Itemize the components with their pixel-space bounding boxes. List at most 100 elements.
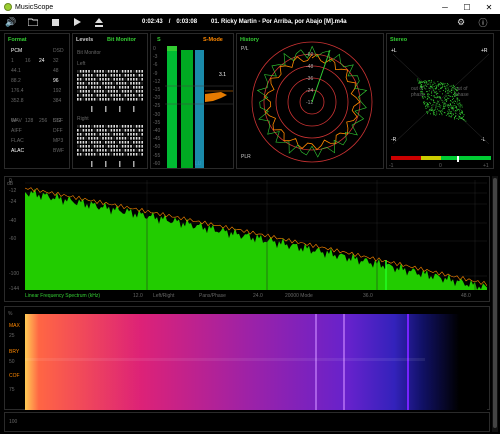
scope-dot bbox=[446, 99, 448, 101]
levels-title[interactable]: Levels bbox=[76, 37, 93, 43]
bit-cell bbox=[121, 78, 124, 81]
scope-dot bbox=[437, 105, 439, 107]
vertical-scrollbar[interactable] bbox=[492, 176, 498, 432]
bit-cell bbox=[113, 82, 115, 85]
info-icon[interactable]: ⓘ bbox=[472, 14, 494, 31]
scope-dot bbox=[450, 113, 451, 114]
format-right-item: 48 bbox=[53, 68, 59, 74]
scope-dot bbox=[452, 87, 454, 88]
scope-dot bbox=[431, 87, 433, 88]
tab-left-right[interactable]: Left/Right bbox=[153, 293, 174, 299]
bit-cell bbox=[91, 129, 93, 132]
bit-cell bbox=[105, 94, 107, 97]
scope-dot bbox=[424, 96, 426, 98]
scope-dot bbox=[419, 82, 421, 84]
bit-cell bbox=[91, 78, 93, 81]
scope-dot bbox=[456, 97, 458, 99]
scope-dot bbox=[427, 113, 428, 115]
scope-dot bbox=[461, 117, 463, 119]
scope-dot bbox=[465, 120, 467, 122]
bit-cell bbox=[79, 133, 82, 136]
scope-dot bbox=[450, 85, 452, 87]
scope-dot bbox=[439, 96, 440, 98]
bit-cell bbox=[119, 78, 121, 81]
bit-cell bbox=[105, 129, 107, 132]
scope-dot bbox=[461, 118, 463, 120]
scope-dot bbox=[451, 90, 452, 91]
scope-dot bbox=[430, 86, 432, 88]
close-button[interactable]: ✕ bbox=[478, 0, 500, 14]
folder-icon[interactable] bbox=[22, 14, 44, 31]
eject-icon[interactable] bbox=[88, 14, 110, 31]
scope-dot bbox=[457, 104, 459, 105]
format-bits-item: 32 bbox=[53, 58, 59, 64]
scope-dot bbox=[459, 112, 461, 114]
scope-dot bbox=[444, 86, 446, 88]
format-right-item: DSD bbox=[53, 48, 64, 54]
scope-dot bbox=[458, 102, 460, 104]
bit-cell bbox=[121, 82, 124, 85]
bit-cell bbox=[91, 133, 93, 136]
bit-cell bbox=[96, 86, 99, 89]
stop-icon[interactable] bbox=[44, 14, 66, 31]
bit-cell bbox=[130, 78, 132, 81]
bit-cell bbox=[79, 70, 82, 73]
settings-gear-icon[interactable]: ⚙ bbox=[450, 14, 472, 31]
bit-cell bbox=[99, 153, 101, 156]
bit-cell bbox=[133, 137, 135, 140]
bit-cell bbox=[93, 98, 96, 101]
tab-20000-mode[interactable]: 20000 Mode bbox=[285, 293, 313, 299]
bit-cell bbox=[91, 90, 93, 93]
scope-dot bbox=[456, 110, 458, 111]
bit-cell bbox=[91, 86, 93, 89]
bit-cell bbox=[138, 70, 141, 73]
scope-dot bbox=[447, 97, 448, 99]
bit-cell bbox=[110, 133, 113, 136]
meter-mode[interactable]: S-Mode bbox=[203, 37, 223, 43]
format-right-item: 192 bbox=[53, 88, 62, 94]
bit-cell bbox=[96, 82, 99, 85]
maximize-button[interactable]: ☐ bbox=[456, 0, 478, 14]
scope-dot bbox=[451, 108, 453, 110]
scope-dot bbox=[447, 104, 449, 105]
spectrogram-ylabel-item: 75 bbox=[9, 387, 15, 393]
bit-cell bbox=[82, 74, 85, 77]
bit-cell bbox=[107, 141, 110, 144]
tab-pans-phase[interactable]: Pans/Phase bbox=[199, 293, 226, 299]
scope-dot bbox=[460, 105, 462, 107]
bit-cell bbox=[79, 86, 82, 89]
toolbar: 🔊 0:02:43 / 0:03:08 01. Ricky Martin - P… bbox=[0, 14, 500, 31]
scope-dot bbox=[452, 109, 454, 111]
bit-cell bbox=[82, 94, 85, 97]
minimize-button[interactable]: ─ bbox=[434, 0, 456, 14]
scope-dot bbox=[433, 86, 435, 87]
scope-dot bbox=[445, 104, 447, 106]
volume-icon[interactable]: 🔊 bbox=[0, 14, 22, 31]
spectrum-ytick: -24 bbox=[9, 199, 17, 205]
bit-cell bbox=[96, 98, 99, 101]
bit-cell bbox=[124, 70, 127, 73]
peak-readout: 3.1 bbox=[219, 72, 226, 78]
bit-cell bbox=[99, 74, 101, 77]
bit-cell bbox=[93, 145, 96, 148]
scope-dot bbox=[418, 82, 419, 84]
scope-dot bbox=[447, 113, 449, 114]
scope-dot bbox=[449, 90, 451, 92]
play-icon[interactable] bbox=[66, 14, 88, 31]
scope-dot bbox=[450, 100, 451, 101]
bit-cell bbox=[138, 141, 141, 144]
bit-cell bbox=[110, 90, 113, 93]
scope-dot bbox=[464, 119, 465, 121]
scope-dot bbox=[428, 96, 430, 98]
scrollbar-thumb[interactable] bbox=[493, 178, 497, 428]
scope-dot bbox=[449, 104, 451, 105]
scope-dot bbox=[447, 84, 449, 86]
scope-dot bbox=[452, 105, 454, 107]
levels-mode[interactable]: Bit Monitor bbox=[107, 37, 136, 43]
bit-cell bbox=[82, 125, 85, 128]
scope-dot bbox=[429, 109, 431, 111]
meter-tick: -9 bbox=[153, 70, 158, 77]
bit-cell bbox=[110, 149, 113, 152]
scope-dot bbox=[427, 93, 429, 95]
bit-cell bbox=[107, 90, 110, 93]
